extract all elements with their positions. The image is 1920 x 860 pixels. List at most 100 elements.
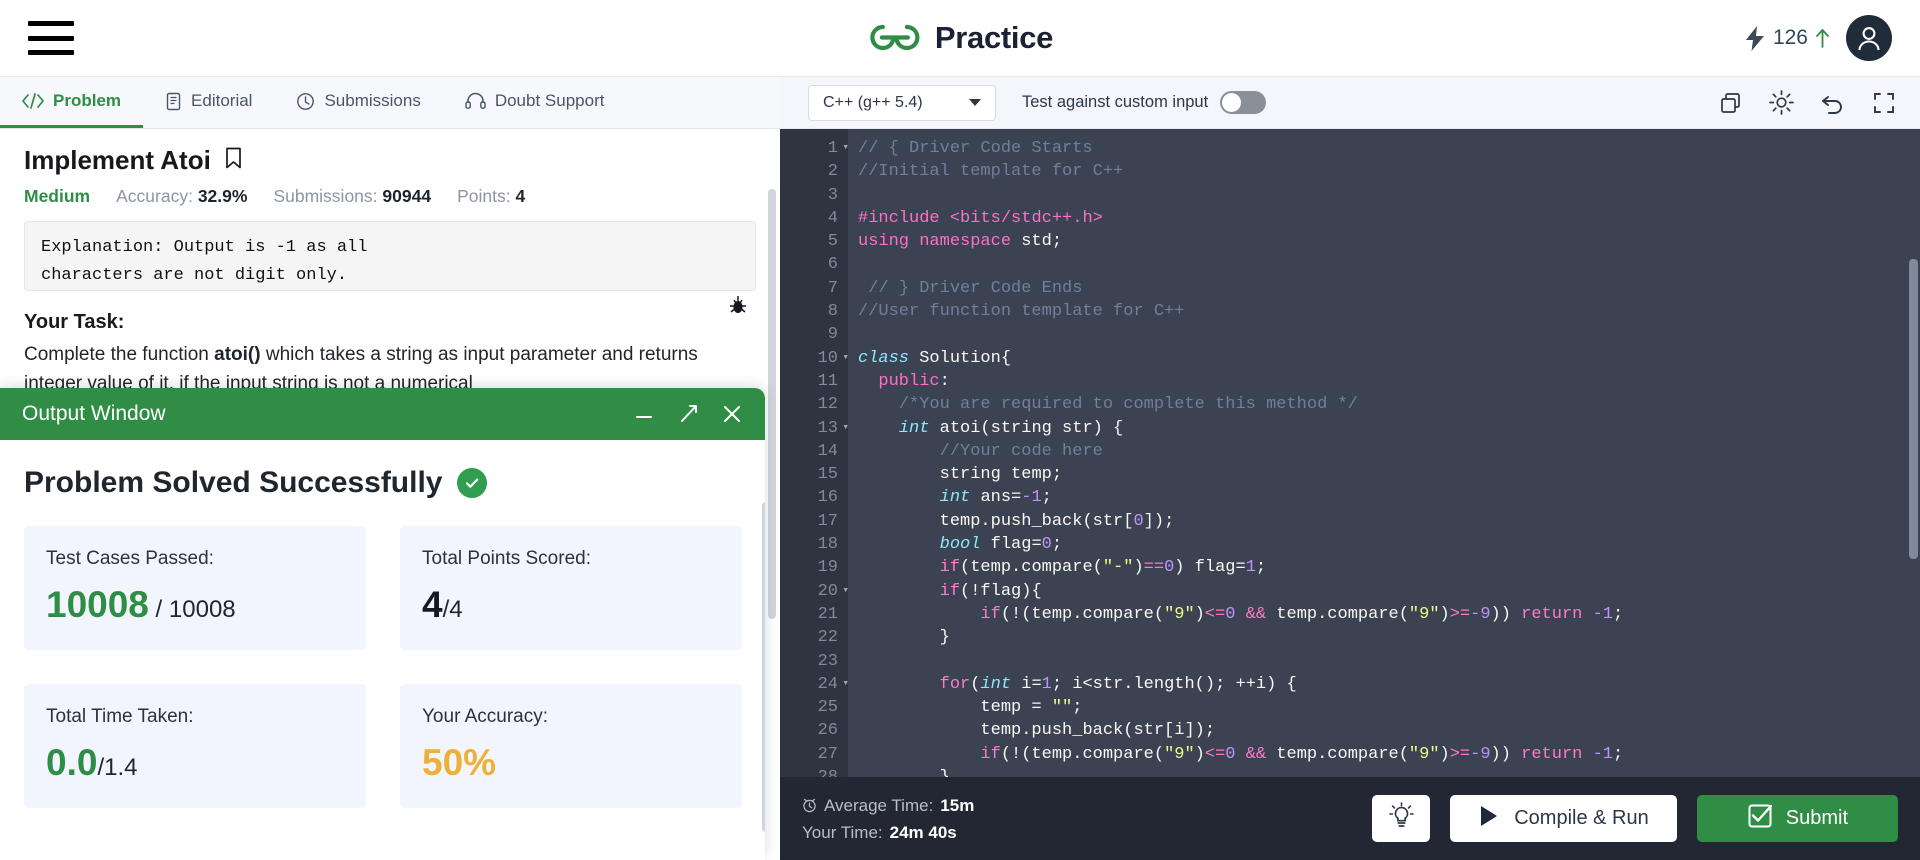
streak-counter[interactable]: 126	[1745, 25, 1830, 51]
theme-sun-icon[interactable]	[1769, 90, 1794, 115]
timing-info: Average Time: 15m Your Time: 24m 40s	[802, 792, 974, 846]
task-heading: Your Task:	[24, 311, 125, 333]
stat-label: Your Accuracy:	[422, 706, 549, 727]
stat-main-value: 4	[422, 584, 443, 625]
stat-sub-value: / 10008	[148, 596, 236, 623]
line-number: 2	[827, 162, 838, 182]
code-line: temp.push_back(str[0]);	[939, 511, 1175, 531]
fullscreen-icon[interactable]	[1872, 91, 1896, 115]
hint-button[interactable]	[1372, 795, 1431, 842]
fold-arrow-icon[interactable]: ▾	[842, 673, 849, 696]
code-line: //Your code here	[939, 441, 1103, 461]
problem-panel-scrollbar[interactable]	[768, 189, 776, 619]
alarm-clock-icon	[803, 798, 816, 813]
line-number: 28	[780, 766, 848, 777]
fold-arrow-icon[interactable]: ▾	[842, 580, 849, 603]
stat-value: 10008 / 10008	[46, 584, 344, 626]
stat-label: Test Cases Passed:	[46, 548, 214, 569]
code-line: #include <bits/stdc++.h>	[858, 208, 1103, 228]
language-select[interactable]: C++ (g++ 5.4)	[808, 84, 996, 121]
your-time-label: Your Time:	[802, 822, 883, 842]
output-window-title: Output Window	[22, 402, 166, 425]
problem-meta: Medium Accuracy: 32.9% Submissions: 9094…	[24, 186, 756, 207]
editor-code-content[interactable]: // { Driver Code Starts //Initial templat…	[848, 129, 1920, 777]
points-label: Points:	[457, 186, 511, 206]
lightbulb-hint-icon	[1388, 802, 1415, 835]
average-time-row: Average Time: 15m	[802, 792, 974, 819]
submit-button[interactable]: Submit	[1696, 795, 1898, 842]
task-text-2: which takes a string as input parameter	[260, 344, 597, 365]
fold-arrow-icon[interactable]: ▾	[842, 137, 849, 160]
code-line: class Solution{	[858, 348, 1012, 368]
code-line: int ans=-1;	[939, 488, 1052, 508]
stat-value: 50%	[422, 742, 720, 784]
stat-label: Total Time Taken:	[46, 706, 194, 727]
bookmark-icon[interactable]	[225, 147, 242, 174]
custom-input-toggle[interactable]	[1220, 91, 1267, 114]
line-number: 25	[817, 698, 838, 718]
accuracy-label: Accuracy:	[116, 186, 193, 206]
page-title: Implement Atoi	[24, 145, 211, 175]
tab-label: Doubt Support	[494, 91, 605, 110]
expand-icon[interactable]	[677, 403, 699, 425]
problem-tabs: Problem Editorial Submissions Doubt Supp…	[0, 77, 780, 129]
copy-icon[interactable]	[1719, 91, 1743, 115]
hamburger-menu-icon[interactable]	[28, 21, 74, 55]
your-time-value: 24m 40s	[889, 822, 957, 842]
language-select-value: C++ (g++ 5.4)	[823, 93, 923, 111]
editor-bottom-bar: Average Time: 15m Your Time: 24m 40s Com…	[780, 777, 1920, 860]
tab-editorial[interactable]: Editorial	[143, 77, 274, 128]
compile-and-run-button[interactable]: Compile & Run	[1450, 795, 1677, 842]
minimize-icon[interactable]	[633, 403, 655, 425]
output-window-controls	[633, 403, 743, 425]
tab-label: Problem	[53, 91, 122, 110]
stat-card-time-taken: Total Time Taken: 0.0/1.4	[24, 684, 366, 808]
line-number: 13 ▾	[780, 417, 849, 440]
code-editor[interactable]: 1 ▾ 2 3 4 5 6 7 8 9 10 ▾ 11 12 13 ▾ 14 15 16 17 18 19 20 ▾ 21 22 2…	[780, 129, 1920, 777]
code-line: // { Driver Code Starts	[858, 139, 1093, 158]
fold-arrow-icon[interactable]: ▾	[842, 417, 849, 440]
result-stats-grid: Test Cases Passed: 10008 / 10008 Total P…	[24, 526, 742, 808]
tab-submissions[interactable]: Submissions	[274, 77, 442, 128]
user-avatar-icon[interactable]	[1846, 15, 1892, 61]
stat-main-value: 50%	[422, 742, 497, 783]
stat-main-value: 0.0	[46, 742, 98, 783]
code-line: }	[858, 766, 1920, 777]
stat-card-test-cases: Test Cases Passed: 10008 / 10008	[24, 526, 366, 650]
fold-arrow-icon[interactable]: ▾	[842, 347, 849, 370]
line-number: 23	[817, 651, 838, 671]
code-line: //Initial template for C++	[858, 162, 1124, 182]
line-number: 1 ▾	[780, 137, 849, 160]
clock-icon	[296, 92, 315, 111]
lightning-bolt-icon	[1745, 25, 1764, 51]
up-arrow-icon	[1816, 29, 1829, 48]
brand: Practice	[867, 18, 1053, 58]
editor-scrollbar[interactable]	[1909, 259, 1918, 559]
submissions-stat: Submissions: 90944	[273, 186, 431, 207]
close-icon[interactable]	[721, 403, 743, 425]
line-number: 12	[817, 395, 838, 415]
output-window-scrollbar[interactable]	[762, 502, 765, 832]
checkbox-check-icon	[1747, 803, 1773, 835]
line-number: 18	[817, 535, 838, 555]
code-brackets-icon	[22, 93, 44, 109]
output-window: Output Window Problem Solved Successfull…	[0, 388, 765, 860]
compile-and-run-label: Compile & Run	[1514, 807, 1649, 829]
code-line: /*You are required to complete this meth…	[898, 395, 1358, 415]
tab-doubt-support[interactable]: Doubt Support	[443, 77, 627, 128]
reset-undo-icon[interactable]	[1820, 90, 1846, 115]
chevron-down-icon	[969, 99, 981, 106]
code-line: for(int i=1; i<str.length(); ++i) {	[939, 674, 1297, 694]
line-number: 27	[817, 744, 838, 764]
line-number: 17	[817, 511, 838, 531]
code-line: if(temp.compare("-")==0) flag=1;	[939, 558, 1267, 578]
bug-report-icon[interactable]	[728, 294, 748, 321]
editor-toolbar-icons	[1719, 90, 1896, 115]
stat-card-points: Total Points Scored: 4/4	[400, 526, 742, 650]
stat-sub-value: /1.4	[97, 754, 138, 781]
tab-problem[interactable]: Problem	[0, 77, 144, 128]
editor-toolbar: C++ (g++ 5.4) Test against custom input	[780, 77, 1920, 129]
code-line: public:	[878, 371, 950, 391]
